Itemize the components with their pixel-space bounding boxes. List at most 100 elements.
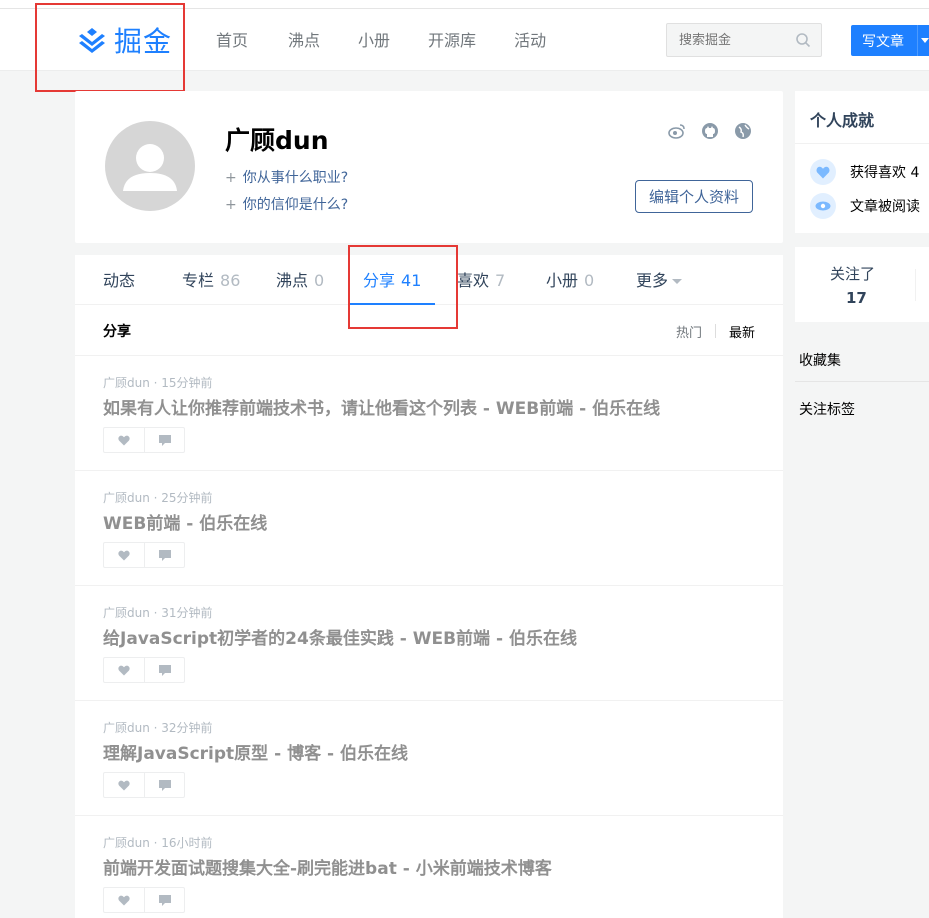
divider — [795, 143, 929, 144]
plus-sign: + — [225, 197, 237, 213]
list-item: 广顾dun · 15分钟前 如果有人让你推荐前端技术书，请让他看这个列表 - W… — [75, 356, 783, 471]
nav-item-pins[interactable]: 沸点 — [288, 24, 320, 58]
tab-label: 沸点 — [276, 271, 309, 290]
like-button[interactable] — [104, 428, 144, 452]
entry-meta: 广顾dun · 15分钟前 — [103, 376, 213, 390]
sort-divider — [714, 324, 716, 338]
github-icon[interactable] — [700, 121, 720, 141]
tab-count: 0 — [584, 271, 595, 290]
like-button[interactable] — [104, 543, 144, 567]
search-icon[interactable] — [795, 32, 811, 48]
weibo-icon[interactable] — [667, 121, 687, 141]
likes-text: 获得喜欢 4 — [850, 165, 920, 181]
tab-label: 专栏 — [182, 271, 215, 290]
eye-icon — [810, 193, 836, 219]
tab-count: 7 — [495, 271, 506, 290]
entry-meta: 广顾dun · 25分钟前 — [103, 491, 213, 505]
divider — [915, 269, 916, 301]
tab-label: 更多 — [636, 271, 669, 290]
juejin-logo[interactable]: 掘金 — [76, 22, 172, 58]
list-item: 广顾dun · 32分钟前 理解JavaScript原型 - 博客 - 伯乐在线 — [75, 701, 783, 816]
tab-count: 86 — [220, 271, 241, 290]
entry-title[interactable]: 理解JavaScript原型 - 博客 - 伯乐在线 — [103, 739, 408, 764]
juejin-logo-icon — [79, 28, 105, 53]
entry-title[interactable]: 前端开发面试题搜集大全-刷完能进bat - 小米前端技术博客 — [103, 854, 552, 879]
tab-label: 分享 — [363, 271, 396, 290]
tab-count: 41 — [401, 271, 422, 290]
like-button[interactable] — [104, 658, 144, 682]
comment-button[interactable] — [144, 428, 184, 452]
comment-button[interactable] — [144, 543, 184, 567]
entry-title[interactable]: 如果有人让你推荐前端技术书，请让他看这个列表 - WEB前端 - 伯乐在线 — [103, 394, 660, 419]
profile-card: 广顾dun + 你从事什么职业? + 你的信仰是什么? 编辑个人资料 — [75, 91, 783, 243]
main-nav: 首页 沸点 小册 开源库 活动 — [200, 24, 586, 58]
entry-actions — [103, 542, 185, 568]
section-header: 分享 热门 最新 — [75, 305, 783, 356]
heart-icon — [118, 780, 130, 790]
collections-link[interactable]: 收藏集 — [799, 350, 841, 370]
tab-count: 0 — [314, 271, 325, 290]
nav-item-books[interactable]: 小册 — [358, 24, 390, 58]
tab-pins[interactable]: 沸点 0 — [276, 255, 324, 305]
entry-actions — [103, 657, 185, 683]
like-button[interactable] — [104, 773, 144, 797]
tab-label: 喜欢 — [457, 271, 490, 290]
comment-icon — [158, 779, 171, 791]
nav-item-events[interactable]: 活动 — [514, 24, 546, 58]
caret-down-icon — [672, 279, 683, 284]
list-item: 广顾dun · 25分钟前 WEB前端 - 伯乐在线 — [75, 471, 783, 586]
follow-stats-card: 关注了 17 — [795, 247, 929, 322]
browser-strip — [0, 0, 929, 9]
followed-tags-link[interactable]: 关注标签 — [799, 399, 855, 419]
comment-button[interactable] — [144, 658, 184, 682]
tab-shares[interactable]: 分享 41 — [349, 255, 435, 305]
search-input[interactable] — [667, 24, 787, 56]
entry-title[interactable]: 给JavaScript初学者的24条最佳实践 - WEB前端 - 伯乐在线 — [103, 624, 577, 649]
sort-newest[interactable]: 最新 — [729, 322, 755, 341]
avatar[interactable] — [105, 121, 195, 211]
tab-likes[interactable]: 喜欢 7 — [457, 255, 505, 305]
comment-button[interactable] — [144, 888, 184, 912]
reads-text: 文章被阅读 — [850, 199, 920, 215]
tab-label: 动态 — [103, 271, 136, 290]
tab-label: 小册 — [546, 271, 579, 290]
section-title: 分享 — [103, 324, 131, 340]
add-job-link[interactable]: + 你从事什么职业? — [225, 167, 348, 187]
following-count[interactable]: 17 — [846, 289, 867, 307]
tab-books[interactable]: 小册 0 — [546, 255, 594, 305]
entry-actions — [103, 887, 185, 913]
entry-title[interactable]: WEB前端 - 伯乐在线 — [103, 509, 267, 534]
profile-username: 广顾dun — [225, 126, 329, 155]
default-avatar-icon — [123, 144, 177, 191]
comment-icon — [158, 549, 171, 561]
achievements-card: 个人成就 获得喜欢 4 文章被阅读 — [795, 91, 929, 233]
main-panel: 动态 专栏 86 沸点 0 分享 41 喜欢 7 小册 0 更多 分享 热门 最新 广顾d… — [75, 255, 783, 918]
comment-button[interactable] — [144, 773, 184, 797]
comment-icon — [158, 894, 171, 906]
sort-hot[interactable]: 热门 — [676, 322, 702, 341]
heart-icon — [118, 550, 130, 560]
tab-more[interactable]: 更多 — [636, 255, 683, 305]
heart-icon — [118, 895, 130, 905]
tab-posts[interactable]: 专栏 86 — [182, 255, 240, 305]
nav-item-home[interactable]: 首页 — [216, 24, 248, 58]
likes-stat: 获得喜欢 4 — [810, 159, 919, 185]
following-label[interactable]: 关注了 — [830, 263, 875, 284]
sort-options: 热门 最新 — [676, 322, 755, 341]
write-menu-toggle[interactable] — [917, 25, 929, 56]
caret-down-icon — [920, 38, 929, 43]
like-button[interactable] — [104, 888, 144, 912]
tab-activity[interactable]: 动态 — [103, 255, 135, 305]
plus-sign: + — [225, 170, 237, 186]
nav-item-repos[interactable]: 开源库 — [428, 24, 476, 58]
globe-icon[interactable] — [733, 121, 753, 141]
heart-icon — [118, 665, 130, 675]
edit-profile-button[interactable]: 编辑个人资料 — [635, 180, 753, 213]
add-belief-text: 你的信仰是什么? — [242, 197, 349, 213]
heart-icon — [118, 435, 130, 445]
reads-stat: 文章被阅读 — [810, 193, 920, 219]
add-belief-link[interactable]: + 你的信仰是什么? — [225, 194, 348, 214]
write-article-button[interactable]: 写文章 — [851, 25, 929, 56]
logo-text: 掘金 — [114, 25, 173, 58]
entry-meta: 广顾dun · 16小时前 — [103, 836, 213, 850]
